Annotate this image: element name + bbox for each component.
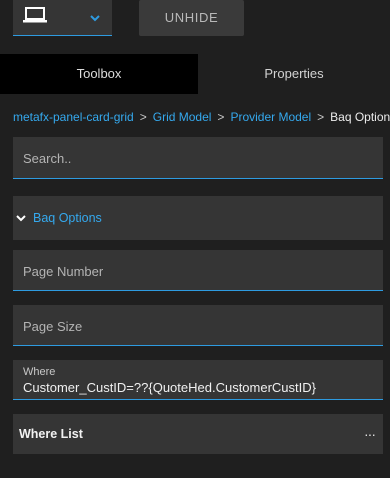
breadcrumb-item-grid-model[interactable]: Grid Model (153, 110, 212, 124)
tab-properties[interactable]: Properties (198, 54, 390, 94)
breadcrumb-item-metafx-panel-card-grid[interactable]: metafx-panel-card-grid (13, 110, 134, 124)
page-size-field[interactable]: Page Size (13, 305, 383, 346)
breadcrumb-separator: > (139, 110, 147, 124)
search-input[interactable]: Search.. (13, 137, 383, 179)
breadcrumb-separator: > (217, 110, 225, 124)
laptop-icon (23, 7, 47, 23)
device-select[interactable] (13, 0, 112, 36)
page-size-placeholder: Page Size (23, 319, 83, 334)
where-value[interactable]: Customer_CustID=??{QuoteHed.CustomerCust… (23, 380, 316, 395)
breadcrumb: metafx-panel-card-grid > Grid Model > Provid… (13, 110, 390, 126)
more-options-icon[interactable]: ··· (364, 426, 376, 442)
breadcrumb-separator: > (317, 110, 325, 124)
unhide-button[interactable]: UNHIDE (139, 0, 244, 36)
top-toolbar: UNHIDE (0, 0, 390, 52)
page-number-field[interactable]: Page Number (13, 250, 383, 291)
search-placeholder: Search.. (23, 151, 72, 166)
panel-tabs: Toolbox Properties (0, 54, 390, 94)
where-list-label: Where List (19, 427, 83, 441)
breadcrumb-current: Baq Options (330, 110, 390, 124)
section-title: Baq Options (33, 211, 102, 225)
page-number-placeholder: Page Number (23, 264, 104, 279)
breadcrumb-item-provider-model[interactable]: Provider Model (230, 110, 311, 124)
tab-toolbox[interactable]: Toolbox (0, 54, 198, 94)
where-field[interactable]: Where Customer_CustID=??{QuoteHed.Custom… (13, 360, 383, 400)
where-label: Where (23, 366, 56, 378)
where-list-row[interactable]: Where List ··· (13, 414, 383, 454)
chevron-down-icon (90, 15, 100, 22)
chevron-down-icon (16, 215, 26, 222)
baq-options-section-header[interactable]: Baq Options (13, 196, 383, 240)
